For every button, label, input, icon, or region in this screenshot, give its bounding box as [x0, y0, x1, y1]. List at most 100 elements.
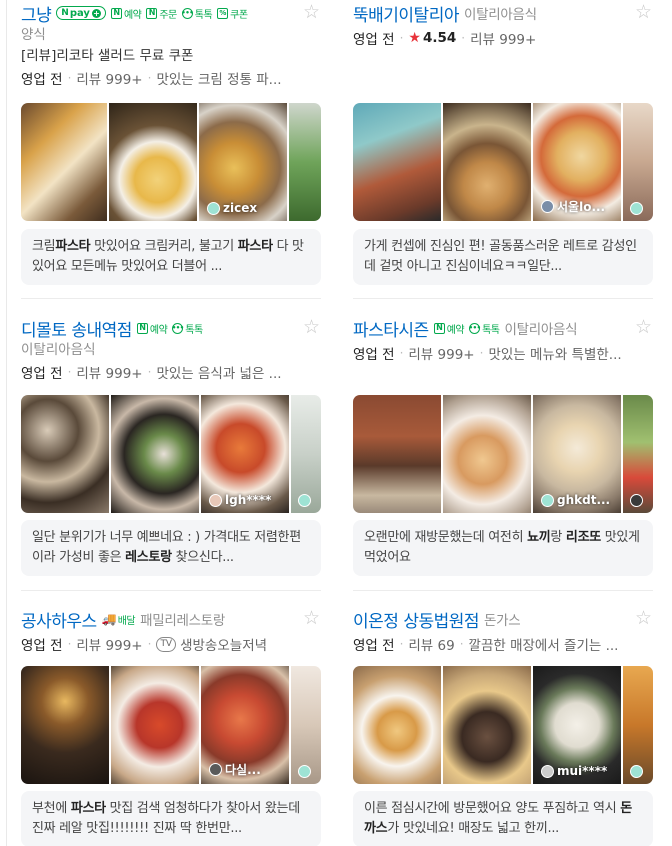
food-photo[interactable]: [443, 395, 531, 513]
card-header: 디몰토 송내역점 N 예약 ••• 톡톡: [21, 317, 321, 340]
food-photo[interactable]: [109, 103, 197, 221]
food-photo[interactable]: [623, 103, 653, 221]
place-meta: 영업 전 · ★ 4.54 · 리뷰 999+: [353, 30, 537, 48]
review-keyword: 맛있는 크림 정통 파...: [156, 72, 282, 88]
open-status: 영업 전: [21, 638, 63, 654]
place-card-ionjeong[interactable]: 이온정 상동법원점 돈가스 ☆ 영업 전 · 리뷰 69 · 깔끔한 매장에서 …: [353, 608, 653, 846]
open-status: 영업 전: [353, 32, 395, 48]
divider: [21, 298, 321, 299]
place-title[interactable]: 공사하우스: [21, 608, 97, 631]
photo-strip[interactable]: mui****: [353, 666, 653, 784]
review-snippet[interactable]: 부천에 파스타 맛집 검색 엄청하다가 찾아서 왔는데진짜 레알 맛집!!!!!…: [21, 791, 321, 846]
review-count: 리뷰 999+: [408, 347, 475, 363]
place-category: 패밀리레스토랑: [140, 613, 225, 629]
food-photo[interactable]: [111, 395, 199, 513]
place-category: 이탈리아음식: [504, 322, 578, 338]
food-photo[interactable]: [21, 103, 107, 221]
photo-strip[interactable]: lgh****: [21, 395, 321, 513]
save-star-icon[interactable]: ☆: [302, 609, 321, 628]
place-card-gongsahouse[interactable]: 공사하우스 🚚 배달 패밀리레스토랑 ☆ 영업 전 · 리뷰 999+ · TV …: [21, 608, 321, 846]
review-snippet[interactable]: 오랜만에 재방문했는데 여전히 뇨끼랑 리조또 맛있게 먹었어요: [353, 520, 653, 576]
food-photo[interactable]: [21, 395, 109, 513]
photo-strip[interactable]: 서울lo...: [353, 103, 653, 221]
place-title[interactable]: 그냥: [21, 2, 52, 25]
place-title[interactable]: 파스타시즌: [353, 317, 429, 340]
food-photo[interactable]: [353, 666, 441, 784]
tv-program: 생방송오늘저녁: [180, 638, 268, 654]
food-photo[interactable]: [21, 666, 109, 784]
place-card-geunyang[interactable]: 그냥 Npay + N 예약 N 주문 ••• 톡톡 % 쿠폰 ☆ 양식 [리뷰]리코타 …: [21, 2, 321, 285]
photo-strip[interactable]: 다실...: [21, 666, 321, 784]
open-status: 영업 전: [21, 72, 63, 88]
rating-star-icon: ★: [408, 30, 421, 46]
food-photo[interactable]: 다실...: [201, 666, 289, 784]
place-card-dimolto[interactable]: 디몰토 송내역점 N 예약 ••• 톡톡 ☆ 이탈리아음식 영업 전 · 리뷰 99…: [21, 317, 321, 576]
talk-badge: ••• 톡톡: [171, 322, 203, 336]
place-meta: 영업 전 · 리뷰 999+ · 맛있는 음식과 넓은 ...: [21, 361, 321, 383]
avatar: [298, 494, 311, 507]
avatar: [207, 201, 220, 215]
place-title[interactable]: 이온정 상동법원점: [353, 608, 480, 631]
save-star-icon[interactable]: ☆: [302, 3, 321, 22]
avatar: [209, 493, 222, 507]
avatar: [298, 765, 311, 778]
place-meta: 영업 전 · 리뷰 69 · 깔끔한 매장에서 즐기는 ...: [353, 633, 653, 655]
photo-author: zicex: [207, 201, 257, 215]
review-snippet[interactable]: 일단 분위기가 너무 예쁘네요 : ) 가격대도 저렴한편이라 가성비 좋은 레…: [21, 520, 321, 576]
place-title[interactable]: 디몰토 송내역점: [21, 317, 132, 340]
review-count: 리뷰 999+: [76, 72, 143, 88]
avatar: [630, 765, 643, 778]
food-photo[interactable]: [443, 103, 531, 221]
avatar: [541, 200, 554, 213]
npay-badge: Npay +: [56, 6, 106, 20]
reserve-badge: N 예약: [136, 321, 168, 336]
food-photo[interactable]: [623, 395, 653, 513]
review-count: 리뷰 999+: [76, 638, 143, 654]
photo-strip[interactable]: ghkdt...: [353, 395, 653, 513]
divider: [353, 590, 653, 591]
place-card-pastaseason[interactable]: 파스타시즌 N 예약 ••• 톡톡 이탈리아음식 ☆ 영업 전 · 리뷰 999+ …: [353, 317, 653, 576]
review-snippet[interactable]: 크림파스타 맛있어요 크림커리, 불고기 파스타 다 맛있어요 모든메뉴 맛있어…: [21, 229, 321, 285]
review-keyword: 깔끔한 매장에서 즐기는 ...: [468, 638, 619, 654]
left-divider: [6, 0, 7, 846]
card-header: 파스타시즌 N 예약 ••• 톡톡 이탈리아음식: [353, 317, 653, 340]
food-photo[interactable]: [623, 666, 653, 784]
save-star-icon[interactable]: ☆: [634, 318, 653, 337]
food-photo[interactable]: [353, 103, 441, 221]
save-star-icon[interactable]: ☆: [634, 3, 653, 22]
food-photo[interactable]: [291, 666, 321, 784]
food-photo[interactable]: [353, 395, 441, 513]
place-meta: 영업 전 · 리뷰 999+ · 맛있는 크림 정통 파...: [21, 67, 321, 89]
review-keyword: 맛있는 메뉴와 특별한...: [488, 347, 622, 363]
save-star-icon[interactable]: ☆: [302, 318, 321, 337]
food-photo[interactable]: [111, 666, 199, 784]
place-category: 양식: [21, 27, 46, 43]
photo-author: ghkdt...: [541, 493, 610, 507]
food-photo[interactable]: [289, 103, 321, 221]
order-badge: N 주문: [146, 6, 177, 21]
food-photo[interactable]: mui****: [533, 666, 621, 784]
place-title[interactable]: 뚝배기이탈리아: [353, 2, 459, 25]
avatar: [209, 763, 222, 776]
place-card-ttukbaegi[interactable]: 뚝배기이탈리아 이탈리아음식 ☆ 영업 전 · ★ 4.54 · 리뷰 999+…: [353, 2, 653, 285]
photo-author: 다실...: [209, 761, 261, 778]
photo-strip[interactable]: zicex: [21, 103, 321, 221]
avatar: [541, 764, 554, 778]
card-header: 공사하우스 🚚 배달 패밀리레스토랑: [21, 608, 321, 631]
food-photo[interactable]: [443, 666, 531, 784]
save-star-icon[interactable]: ☆: [634, 609, 653, 628]
coupon-text[interactable]: [리뷰]리코타 샐러드 무료 쿠폰: [21, 46, 321, 66]
food-photo[interactable]: [291, 395, 321, 513]
food-photo[interactable]: ghkdt...: [533, 395, 621, 513]
review-snippet[interactable]: 이른 점심시간에 방문했어요 양도 푸짐하고 역시 돈까스가 맛있네요! 매장도…: [353, 791, 653, 846]
food-photo[interactable]: 서울lo...: [533, 103, 621, 221]
place-meta: 영업 전 · 리뷰 999+ · TV 생방송오늘저녁: [21, 633, 321, 655]
food-photo[interactable]: zicex: [199, 103, 287, 221]
food-photo[interactable]: lgh****: [201, 395, 289, 513]
avatar: [630, 494, 643, 507]
review-snippet[interactable]: 가게 컨셉에 진심인 편! 골동품스러운 레트로 감성인데 겉멋 아니고 진심이…: [353, 229, 653, 285]
photo-author: 서울lo...: [541, 198, 605, 215]
photo-author: lgh****: [209, 493, 271, 507]
avatar: [630, 202, 643, 215]
review-count: 리뷰 69: [408, 638, 455, 654]
